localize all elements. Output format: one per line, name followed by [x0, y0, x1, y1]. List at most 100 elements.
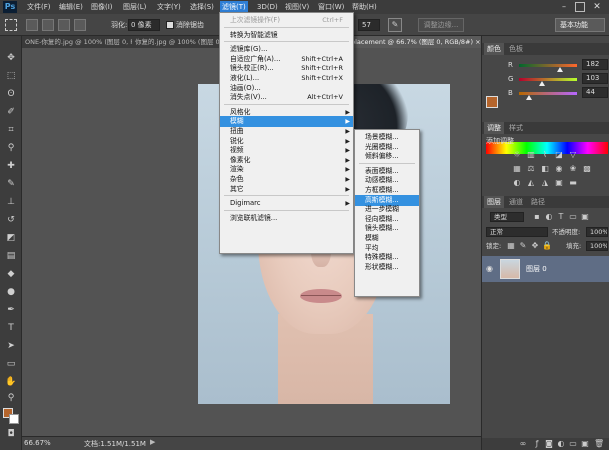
- curves-icon[interactable]: ⌇: [540, 150, 550, 160]
- filter-smart-icon[interactable]: ▣: [580, 212, 590, 222]
- color-panel-swatch[interactable]: [486, 96, 498, 108]
- move-tool-icon[interactable]: ✥: [5, 52, 17, 64]
- new-layer-icon[interactable]: ▣: [580, 439, 590, 449]
- history-brush-icon[interactable]: ↺: [5, 214, 17, 226]
- menu-select[interactable]: 选择(S): [188, 1, 216, 13]
- crop-icon[interactable]: ⌗: [5, 124, 17, 136]
- filter-pixel-icon[interactable]: ▪: [532, 212, 542, 222]
- gradient-map-icon[interactable]: ▬: [568, 178, 578, 188]
- dodge-icon[interactable]: ●: [5, 286, 17, 298]
- lock-transparent-icon[interactable]: ▦: [506, 241, 516, 251]
- green-value-input[interactable]: 103: [582, 73, 608, 84]
- posterize-icon[interactable]: ◭: [526, 178, 536, 188]
- marquee-tool-icon[interactable]: [5, 19, 17, 31]
- quick-select-icon[interactable]: ✐: [5, 106, 17, 118]
- blue-value-input[interactable]: 44: [582, 87, 608, 98]
- add-mask-icon[interactable]: ◙: [544, 439, 554, 449]
- exposure-icon[interactable]: ◪: [554, 150, 564, 160]
- menu-help[interactable]: 帮助(H): [350, 1, 379, 13]
- intersect-selection-icon[interactable]: [74, 19, 86, 31]
- type-tool-icon[interactable]: T: [5, 322, 17, 334]
- document-tab[interactable]: ONE-你复的.jpg @ 100% (图层 0, RGB/8#) ×: [22, 36, 132, 48]
- layer-name[interactable]: 图层 0: [526, 264, 547, 274]
- eraser-icon[interactable]: ◩: [5, 232, 17, 244]
- blur-submenu-item[interactable]: 倾斜偏移...: [355, 151, 419, 162]
- filter-menu-item[interactable]: 转换为智能滤镜: [220, 30, 353, 41]
- new-group-icon[interactable]: ▭: [568, 439, 578, 449]
- height-input[interactable]: 57: [358, 19, 380, 31]
- workspace-select[interactable]: 基本功能: [555, 18, 605, 32]
- refine-edge-button[interactable]: 调整边缘...: [418, 18, 464, 32]
- eyedropper-icon[interactable]: ⚲: [5, 142, 17, 154]
- opacity-input[interactable]: 100%: [586, 227, 608, 237]
- background-color-swatch[interactable]: [9, 414, 19, 424]
- new-selection-icon[interactable]: [26, 19, 38, 31]
- close-button[interactable]: ✕: [591, 1, 603, 13]
- tab-layers[interactable]: 图层: [484, 196, 504, 208]
- add-selection-icon[interactable]: [42, 19, 54, 31]
- minimize-button[interactable]: –: [559, 2, 569, 12]
- layer-kind-filter[interactable]: 类型: [490, 212, 524, 222]
- quick-mask-icon[interactable]: ◘: [5, 428, 17, 440]
- lock-position-icon[interactable]: ✥: [530, 241, 540, 251]
- black-white-icon[interactable]: ◧: [540, 164, 550, 174]
- pen-icon[interactable]: ✎: [388, 18, 402, 32]
- tab-channels[interactable]: 通道: [506, 196, 526, 208]
- tab-paths[interactable]: 路径: [528, 196, 548, 208]
- color-balance-icon[interactable]: ⚖: [526, 164, 536, 174]
- layer-style-icon[interactable]: ƒ: [532, 439, 542, 449]
- hue-saturation-icon[interactable]: ▦: [512, 164, 522, 174]
- menu-image[interactable]: 图像(I): [89, 1, 115, 13]
- filter-menu-item[interactable]: 浏览联机滤镜...: [220, 213, 353, 224]
- delete-layer-icon[interactable]: 🗑: [594, 439, 604, 449]
- green-slider[interactable]: [519, 78, 577, 81]
- document-tab[interactable]: 你复的.jpg @ 100% (图层 0, RGB/8#) ×: [132, 36, 220, 48]
- marquee-icon[interactable]: ⬚: [5, 70, 17, 82]
- red-slider-thumb[interactable]: [557, 67, 564, 72]
- shape-tool-icon[interactable]: ▭: [5, 358, 17, 370]
- fill-input[interactable]: 100%: [586, 241, 608, 251]
- blur-tool-icon[interactable]: ◆: [5, 268, 17, 280]
- hand-tool-icon[interactable]: ✋: [5, 376, 17, 388]
- tab-color[interactable]: 颜色: [484, 43, 504, 55]
- blend-mode-select[interactable]: 正常: [486, 227, 548, 237]
- link-layers-icon[interactable]: ∞: [518, 439, 528, 449]
- photo-filter-icon[interactable]: ◉: [554, 164, 564, 174]
- red-value-input[interactable]: 182: [582, 59, 608, 70]
- filter-adjust-icon[interactable]: ◐: [544, 212, 554, 222]
- filter-type-icon[interactable]: T: [556, 212, 566, 222]
- menu-layer[interactable]: 图层(L): [121, 1, 148, 13]
- zoom-level[interactable]: 66.67%: [24, 439, 51, 447]
- green-slider-thumb[interactable]: [539, 81, 546, 86]
- maximize-button[interactable]: [575, 2, 585, 12]
- healing-brush-icon[interactable]: ✚: [5, 160, 17, 172]
- tab-swatches[interactable]: 色板: [506, 43, 526, 55]
- clone-stamp-icon[interactable]: ⊥: [5, 196, 17, 208]
- blur-submenu-item[interactable]: 形状模糊...: [355, 262, 419, 273]
- brush-icon[interactable]: ✎: [5, 178, 17, 190]
- menu-file[interactable]: 文件(F): [25, 1, 53, 13]
- levels-icon[interactable]: ▥: [526, 150, 536, 160]
- red-slider[interactable]: [519, 64, 577, 67]
- layer-row[interactable]: ◉ 图层 0: [482, 256, 609, 282]
- selective-color-icon[interactable]: ▣: [554, 178, 564, 188]
- path-select-icon[interactable]: ➤: [5, 340, 17, 352]
- tab-styles[interactable]: 样式: [506, 122, 526, 134]
- subtract-selection-icon[interactable]: [58, 19, 70, 31]
- feather-input[interactable]: 0 像素: [128, 19, 160, 31]
- filter-menu-item[interactable]: Digimarc ▶: [220, 198, 353, 209]
- filter-menu-item[interactable]: 其它 ▶: [220, 184, 353, 195]
- brightness-icon[interactable]: ☼: [512, 150, 522, 160]
- filter-shape-icon[interactable]: ▭: [568, 212, 578, 222]
- tab-adjustments[interactable]: 调整: [484, 122, 504, 134]
- pen-tool-icon[interactable]: ✒: [5, 304, 17, 316]
- lock-all-icon[interactable]: 🔒: [542, 241, 552, 251]
- document-tab-active[interactable]: placement @ 66.7% (图层 0, RGB/8#) ×: [348, 36, 481, 48]
- antialias-checkbox[interactable]: [166, 21, 174, 29]
- threshold-icon[interactable]: ◮: [540, 178, 550, 188]
- vibrance-icon[interactable]: ▽: [568, 150, 578, 160]
- menu-edit[interactable]: 编辑(E): [57, 1, 85, 13]
- channel-mixer-icon[interactable]: ❀: [568, 164, 578, 174]
- zoom-tool-icon[interactable]: ⚲: [5, 392, 17, 404]
- status-arrow-icon[interactable]: ▶: [150, 438, 155, 446]
